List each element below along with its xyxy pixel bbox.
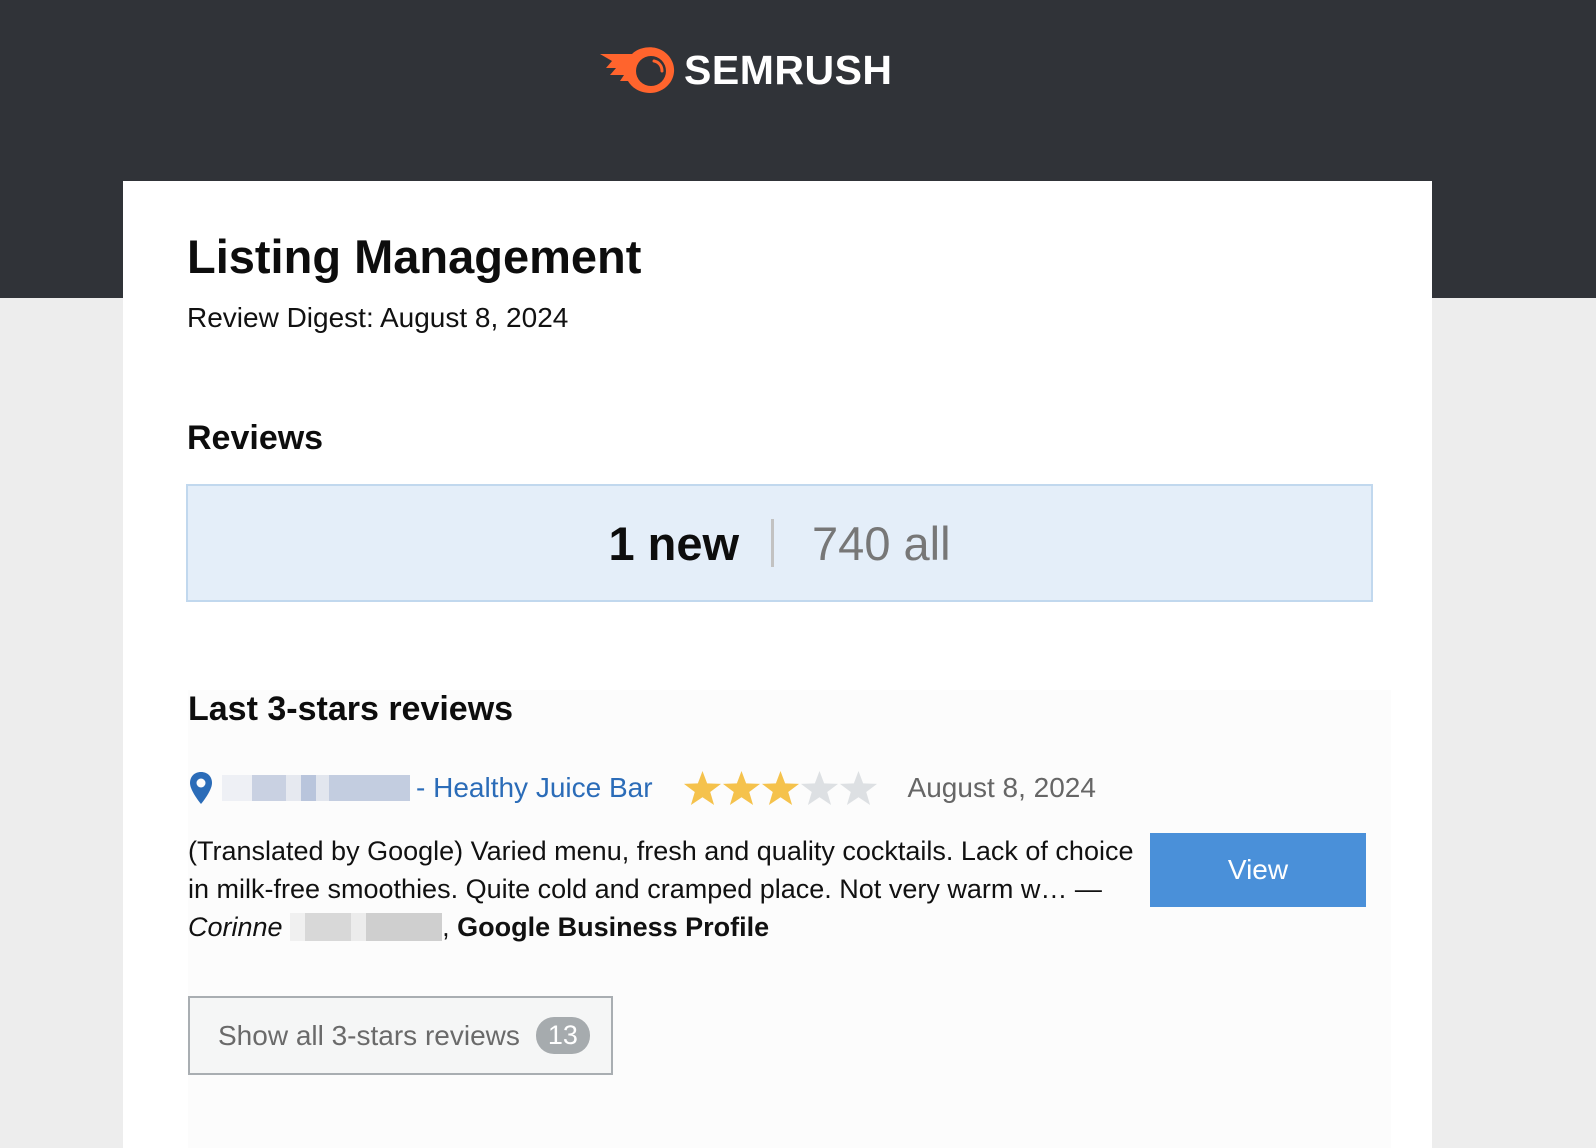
star-filled-icon bbox=[722, 771, 760, 805]
show-all-reviews-button[interactable]: Show all 3-stars reviews 13 bbox=[188, 996, 613, 1075]
review-date: August 8, 2024 bbox=[907, 772, 1096, 803]
show-all-label: Show all 3-stars reviews bbox=[218, 1019, 520, 1051]
star-empty-icon bbox=[839, 771, 877, 805]
review-author: Corinne bbox=[188, 912, 283, 942]
stats-divider bbox=[771, 519, 775, 567]
star-empty-icon bbox=[800, 771, 838, 805]
redacted-business-name bbox=[222, 775, 410, 801]
reviews-heading: Reviews bbox=[187, 419, 324, 457]
star-filled-icon bbox=[683, 771, 721, 805]
page-title: Listing Management bbox=[187, 230, 642, 283]
source-separator: , bbox=[442, 912, 458, 942]
location-link[interactable]: - Healthy Juice Bar bbox=[416, 772, 653, 804]
review-source: Google Business Profile bbox=[457, 912, 770, 942]
digest-card: Listing Management Review Digest: August… bbox=[123, 181, 1432, 1148]
redacted-author-surname bbox=[290, 913, 443, 941]
star-rating bbox=[683, 771, 878, 805]
review-item-meta: - Healthy Juice Bar August 8, 2024 bbox=[188, 770, 1096, 806]
review-body: (Translated by Google) Varied menu, fres… bbox=[188, 836, 1134, 904]
view-review-button[interactable]: View bbox=[1150, 833, 1366, 907]
last-reviews-heading: Last 3-stars reviews bbox=[188, 690, 514, 728]
semrush-logo[interactable]: SEMRUSH bbox=[598, 44, 893, 96]
semrush-flame-icon bbox=[600, 47, 675, 93]
reviews-count-badge: 13 bbox=[535, 1017, 590, 1054]
all-reviews-count: 740 all bbox=[812, 516, 951, 570]
brand-name: SEMRUSH bbox=[684, 46, 893, 93]
review-stats-box: 1 new 740 all bbox=[186, 484, 1373, 602]
star-filled-icon bbox=[761, 771, 799, 805]
map-pin-icon bbox=[190, 772, 212, 804]
last-reviews-section: Last 3-stars reviews - Healthy Juice Bar… bbox=[188, 690, 1391, 1148]
review-text: (Translated by Google) Varied menu, fres… bbox=[188, 832, 1138, 946]
new-reviews-count: 1 new bbox=[608, 516, 740, 570]
digest-date: Review Digest: August 8, 2024 bbox=[187, 302, 569, 333]
